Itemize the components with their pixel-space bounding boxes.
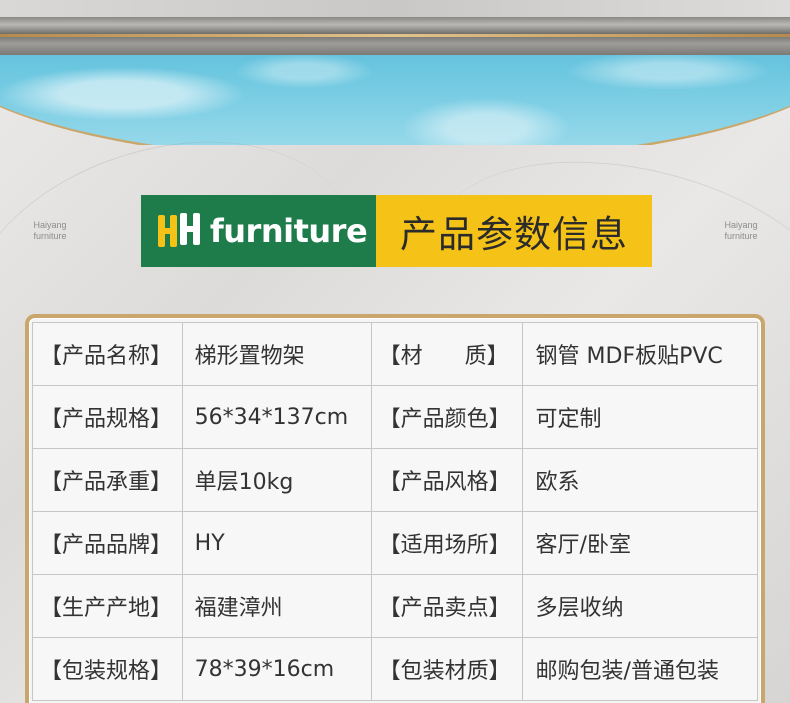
spec-label: 【生产产地】 (32, 574, 183, 638)
spec-value: 欧系 (521, 448, 759, 512)
spec-value: 梯形置物架 (181, 322, 372, 386)
header-banner: furniture 产品参数信息 (141, 195, 652, 267)
spec-label-material: 【材 质】 (370, 322, 523, 386)
spec-label: 【产品名称】 (32, 322, 183, 386)
spec-value: 单层10kg (181, 448, 372, 512)
spec-value: HY (181, 511, 372, 575)
page-title: 产品参数信息 (400, 213, 628, 256)
side-logo-line1: Haiyang (724, 220, 758, 230)
spec-label: 【包装材质】 (370, 637, 523, 701)
spec-label-part: 【材 (378, 344, 423, 369)
spec-label: 【产品规格】 (32, 385, 183, 449)
brand-block: furniture (141, 195, 376, 267)
spec-value: 多层收纳 (521, 574, 759, 638)
title-block: 产品参数信息 (376, 195, 652, 267)
spec-label: 【产品颜色】 (370, 385, 523, 449)
spec-label: 【产品承重】 (32, 448, 183, 512)
spec-label-part: 质】 (464, 344, 509, 369)
spec-label: 【产品风格】 (370, 448, 523, 512)
top-band (0, 0, 790, 17)
decorative-stripe (0, 17, 790, 55)
pool-water-banner (0, 55, 790, 145)
table-row: 【产品品牌】 HY 【适用场所】 客厅/卧室 (32, 511, 759, 575)
spec-label: 【产品卖点】 (370, 574, 523, 638)
spec-value: 可定制 (521, 385, 759, 449)
table-row: 【产品承重】 单层10kg 【产品风格】 欧系 (32, 448, 759, 512)
side-logo-right: Haiyang furniture (711, 220, 771, 242)
spec-value: 邮购包装/普通包装 (521, 637, 759, 701)
side-logo-left: Haiyang furniture (20, 220, 80, 242)
table-row: 【产品规格】 56*34*137cm 【产品颜色】 可定制 (32, 385, 759, 449)
side-logo-line1: Haiyang (33, 220, 67, 230)
side-logo-line2: furniture (724, 231, 758, 241)
spec-table: 【产品名称】 梯形置物架 【材 质】 钢管 MDF板贴PVC 【产品规格】 56… (32, 322, 759, 701)
table-row: 【包装规格】 78*39*16cm 【包装材质】 邮购包装/普通包装 (32, 637, 759, 701)
spec-value: 福建漳州 (181, 574, 372, 638)
spec-value: 78*39*16cm (181, 637, 372, 701)
spec-value: 56*34*137cm (181, 385, 372, 449)
side-logo-line2: furniture (33, 231, 67, 241)
spec-label: 【产品品牌】 (32, 511, 183, 575)
table-row: 【产品名称】 梯形置物架 【材 质】 钢管 MDF板贴PVC (32, 322, 759, 386)
hh-logo-icon (157, 213, 200, 247)
spec-label: 【适用场所】 (370, 511, 523, 575)
spec-label: 【包装规格】 (32, 637, 183, 701)
table-row: 【生产产地】 福建漳州 【产品卖点】 多层收纳 (32, 574, 759, 638)
spec-value: 钢管 MDF板贴PVC (521, 322, 759, 386)
brand-name: furniture (209, 212, 368, 250)
spec-value: 客厅/卧室 (521, 511, 759, 575)
